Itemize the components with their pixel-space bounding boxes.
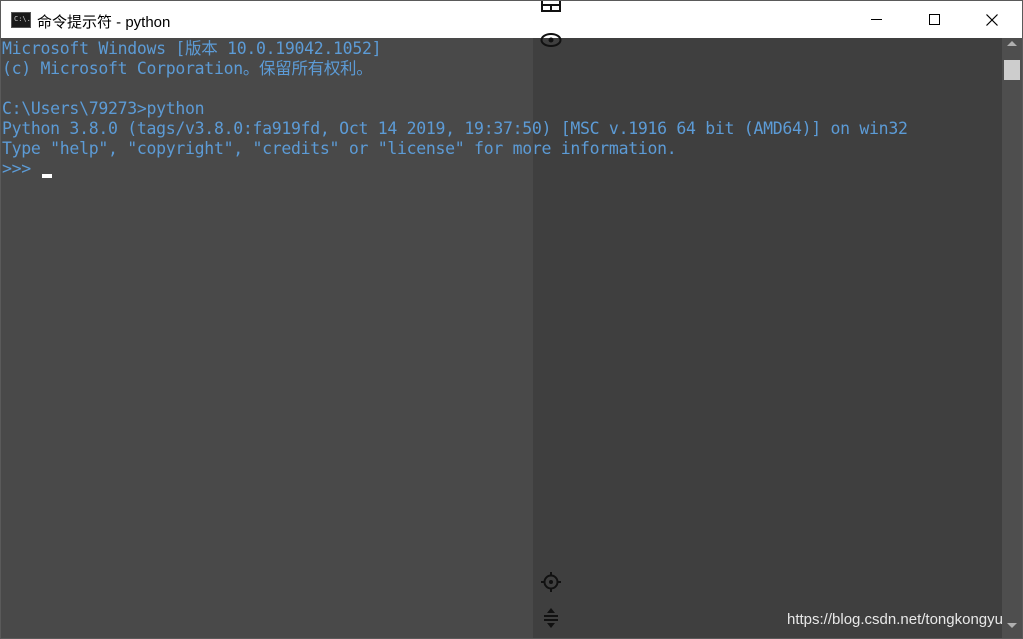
console-output[interactable]: Microsoft Windows [版本 10.0.19042.1052] (… [1,38,1002,638]
close-icon [986,13,998,26]
console-line: (c) Microsoft Corporation。保留所有权利。 [2,59,373,78]
title-bar[interactable]: C:\. 命令提示符 - python [1,1,1022,38]
maximize-button[interactable] [905,1,963,38]
scroll-up-arrow-icon[interactable] [1007,41,1017,46]
window-title: 命令提示符 - python [37,14,171,31]
scrollbar-thumb[interactable] [1004,60,1020,80]
console-line: Microsoft Windows [版本 10.0.19042.1052] [2,39,382,58]
vertical-scrollbar[interactable] [1002,38,1022,638]
save-icon[interactable] [541,1,561,13]
cmd-icon[interactable]: C:\. [11,12,31,28]
scroll-down-arrow-icon[interactable] [1007,623,1017,628]
cmd-window: C:\. 命令提示符 - python Microsoft Windows [版… [0,0,1023,639]
crosshair-icon[interactable] [540,571,562,593]
minimize-icon [870,19,882,20]
console-line: Type "help", "copyright", "credits" or "… [2,139,677,158]
console-line: Python 3.8.0 (tags/v3.8.0:fa919fd, Oct 1… [2,119,908,138]
text-cursor [42,174,52,178]
maximize-icon [928,14,940,25]
minimize-button[interactable] [847,1,905,38]
watermark-text: https://blog.csdn.net/tongkongyu [787,611,1003,628]
move-icon[interactable] [541,607,561,629]
eye-icon[interactable] [540,31,562,49]
console-prompt: >>> [2,159,41,178]
console-line: C:\Users\79273>python [2,99,205,118]
close-button[interactable] [963,1,1021,38]
